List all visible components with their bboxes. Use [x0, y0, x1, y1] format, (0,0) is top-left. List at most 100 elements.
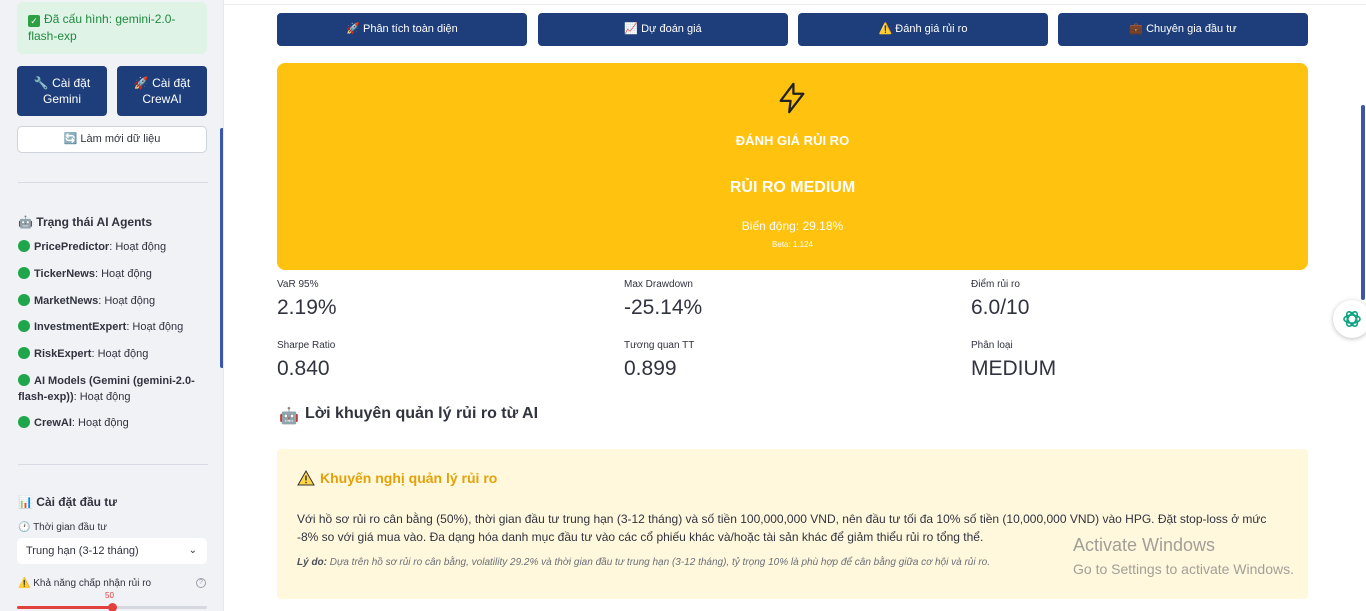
agent-name: InvestmentExpert — [34, 321, 127, 333]
risk-slider-value: 50 — [105, 591, 114, 600]
agent-item: CrewAI: Hoạt động — [18, 415, 208, 431]
warning-icon: ⚠️ — [18, 578, 31, 589]
agent-item: PricePredictor: Hoạt động — [18, 239, 208, 255]
agent-status: : Hoạt động — [109, 241, 167, 253]
agent-status: : Hoạt động — [126, 321, 184, 333]
check-icon: ✓ — [28, 15, 40, 27]
agent-name: CrewAI — [34, 417, 72, 429]
chart-icon: 📈 — [624, 23, 639, 35]
time-horizon-select[interactable]: Trung hạn (3-12 tháng) ⌄ — [17, 538, 207, 564]
refresh-data-button[interactable]: 🔄 Làm mới dữ liệu — [17, 126, 207, 153]
agent-status: : Hoạt động — [98, 295, 156, 307]
header-divider — [224, 0, 1366, 5]
metric-label: Tương quan TT — [624, 340, 695, 351]
agent-status: : Hoạt động — [71, 417, 129, 429]
warning-icon — [297, 469, 315, 486]
agent-name: MarketNews — [34, 295, 99, 307]
risk-tolerance-label: ⚠️ Khả năng chấp nhận rủi ro — [18, 578, 151, 589]
tab-label: Chuyên gia đầu tư — [1146, 23, 1237, 35]
watermark-line2: Go to Settings to activate Windows. — [1073, 561, 1294, 577]
agent-item: AI Models (Gemini (gemini-2.0-flash-exp)… — [18, 373, 208, 405]
risk-level: RỦI RO MEDIUM — [729, 179, 856, 196]
metric-value: MEDIUM — [971, 357, 1057, 380]
watermark-line1: Activate Windows — [1073, 535, 1216, 555]
status-dot-icon — [18, 320, 30, 332]
metric-label: Điểm rủi ro — [971, 279, 1020, 290]
robot-icon: 🤖 — [18, 215, 33, 229]
sidebar-divider — [18, 464, 208, 465]
agent-item: MarketNews: Hoạt động — [18, 293, 208, 309]
bar-chart-icon: 📊 — [18, 495, 33, 509]
agent-status: : Hoạt động — [91, 348, 149, 360]
config-status-box: ✓ Đã cấu hình: gemini-2.0-flash-exp — [17, 2, 207, 54]
time-horizon-label: 🕐 Thời gian đầu tư — [18, 522, 107, 533]
briefcase-icon: 💼 — [1129, 23, 1144, 35]
agent-item: TickerNews: Hoạt động — [18, 266, 208, 282]
rocket-icon: 🚀 — [346, 23, 360, 35]
metric-value: 0.899 — [624, 357, 677, 380]
main-content: 🚀 Phân tích toàn diện 📈 Dự đoán giá ⚠️ Đ… — [224, 0, 1366, 611]
metric-value: 2.19% — [277, 296, 337, 319]
metric-value: 0.840 — [277, 357, 330, 380]
advice-heading-text: Khuyến nghị quản lý rủi ro — [320, 470, 498, 486]
metric-sharpe: Sharpe Ratio 0.840 — [277, 340, 577, 381]
reason-label: Lý do: — [297, 557, 327, 568]
advice-heading: Khuyến nghị quản lý rủi ro — [297, 469, 498, 486]
agent-item: RiskExpert: Hoạt động — [18, 346, 208, 362]
agents-status-title: 🤖 Trạng thái AI Agents — [18, 215, 152, 229]
metric-label: Phân loại — [971, 340, 1013, 351]
setup-gemini-label: Cài đặt Gemini — [42, 76, 91, 106]
chevron-down-icon: ⌄ — [188, 545, 197, 556]
assistant-floating-button[interactable] — [1333, 300, 1366, 338]
openai-icon — [1343, 310, 1361, 328]
agent-item: InvestmentExpert: Hoạt động — [18, 319, 208, 335]
metric-label: Sharpe Ratio — [277, 340, 336, 351]
agent-name: PricePredictor — [34, 241, 110, 253]
setup-crewai-label: Cài đặt CrewAI — [142, 76, 191, 106]
metric-var: VaR 95% 2.19% — [277, 279, 577, 320]
tab-comprehensive-analysis[interactable]: 🚀 Phân tích toàn diện — [277, 13, 527, 46]
robot-icon: 🤖 — [279, 408, 299, 425]
agent-name: RiskExpert — [34, 348, 92, 360]
risk-card-title: ĐÁNH GIÁ RỦI RO — [735, 133, 850, 148]
status-dot-icon — [18, 240, 30, 252]
config-status-text: Đã cấu hình: gemini-2.0-flash-exp — [28, 12, 176, 43]
clock-icon: 🕐 — [18, 522, 31, 533]
agent-name: TickerNews — [34, 268, 95, 280]
reason-text: Dựa trên hồ sơ rủi ro cân bằng, volatili… — [327, 557, 991, 568]
setup-gemini-button[interactable]: 🔧 Cài đặt Gemini — [17, 66, 107, 116]
wrench-icon: 🔧 — [33, 76, 49, 90]
windows-activation-watermark: Activate Windows Go to Settings to activ… — [1073, 535, 1294, 577]
risk-tolerance-label-text: Khả năng chấp nhận rủi ro — [33, 578, 152, 589]
metric-correlation: Tương quan TT 0.899 — [624, 340, 924, 381]
status-dot-icon — [18, 294, 30, 306]
tab-price-prediction[interactable]: 📈 Dự đoán giá — [538, 13, 788, 46]
tab-label: Đánh giá rủi ro — [895, 23, 968, 35]
tab-risk-assessment[interactable]: ⚠️ Đánh giá rủi ro — [798, 13, 1048, 46]
risk-tolerance-slider[interactable] — [17, 603, 207, 611]
status-dot-icon — [18, 347, 30, 359]
slider-thumb[interactable] — [107, 603, 117, 611]
main-scrollbar[interactable] — [1361, 105, 1365, 300]
metric-value: 6.0/10 — [971, 296, 1030, 319]
metric-max-drawdown: Max Drawdown -25.14% — [624, 279, 924, 320]
risk-summary-card: ĐÁNH GIÁ RỦI RO RỦI RO MEDIUM Biến động:… — [277, 63, 1308, 270]
time-horizon-value: Trung hạn (3-12 tháng) — [26, 545, 139, 557]
beta-text: Beta: 1.124 — [772, 240, 813, 249]
metric-label: VaR 95% — [277, 279, 319, 290]
setup-crewai-button[interactable]: 🚀 Cài đặt CrewAI — [117, 66, 207, 116]
help-icon[interactable]: ? — [196, 578, 206, 588]
metric-label: Max Drawdown — [624, 279, 693, 290]
metric-value: -25.14% — [624, 296, 703, 319]
volatility-text: Biến động: 29.18% — [741, 219, 844, 233]
investment-settings-title: 📊 Cài đặt đầu tư — [18, 495, 117, 509]
tab-label: Dự đoán giá — [641, 23, 702, 35]
sidebar: ✓ Đã cấu hình: gemini-2.0-flash-exp 🔧 Cài… — [0, 0, 224, 611]
investment-settings-title-text: Cài đặt đầu tư — [36, 495, 117, 509]
status-dot-icon — [18, 374, 30, 386]
agent-status: : Hoạt động — [73, 391, 131, 403]
ai-advice-title: 🤖 Lời khuyên quản lý rủi ro từ AI — [279, 405, 538, 426]
rocket-icon: 🚀 — [133, 76, 149, 90]
tab-investment-expert[interactable]: 💼 Chuyên gia đầu tư — [1058, 13, 1308, 46]
metric-classification: Phân loại MEDIUM — [971, 340, 1271, 381]
